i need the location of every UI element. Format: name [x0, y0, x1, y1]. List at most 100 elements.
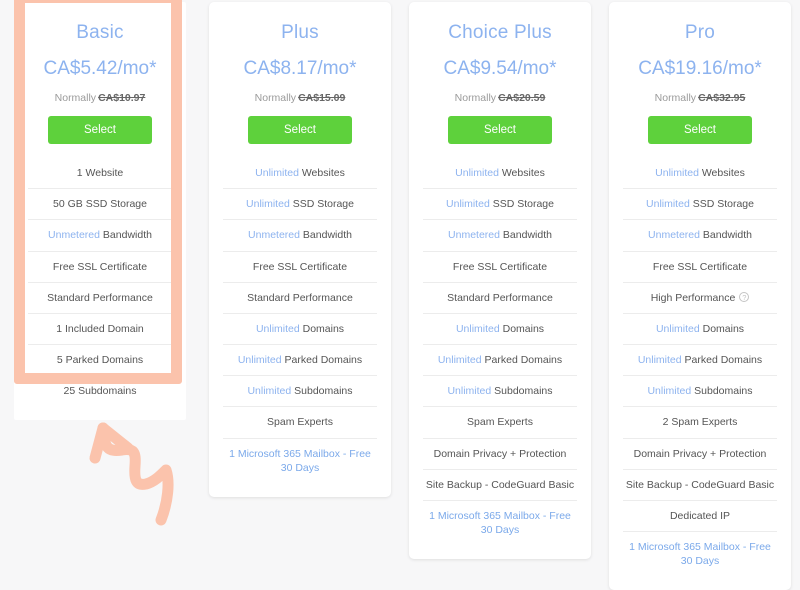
feature-text: 1 Microsoft 365 Mailbox - Free 30 Days	[229, 447, 371, 474]
plan-column-basic: Basic CA$5.42/mo* Normally CA$10.97 Select 1 …	[0, 0, 200, 527]
feature-text: Free SSL Certificate	[52, 260, 148, 273]
plan-name: Basic	[76, 22, 124, 43]
feature-row: Unlimited Parked Domains	[623, 344, 777, 375]
feature-row: 2 Spam Experts	[623, 406, 777, 437]
feature-row: 50 GB SSD Storage	[28, 188, 172, 219]
feature-text: Bandwidth	[300, 229, 352, 242]
feature-highlight-word: Unlimited	[255, 322, 300, 335]
feature-row: High Performance?	[623, 281, 777, 313]
feature-row: Domain Privacy + Protection	[423, 437, 577, 469]
feature-text: SSD Storage	[289, 198, 354, 211]
plan-name: Pro	[684, 22, 716, 43]
select-button[interactable]: Select	[48, 116, 152, 144]
feature-row: Unlimited SSD Storage	[223, 188, 377, 219]
feature-text: 1 Microsoft 365 Mailbox - Free 30 Days	[429, 509, 571, 537]
feature-row-link[interactable]: 1 Microsoft 365 Mailbox - Free 30 Days	[223, 437, 377, 483]
plan-price: CA$19.16/mo*	[638, 58, 762, 79]
feature-row: 1 Website	[28, 158, 172, 188]
feature-row: 5 Parked Domains	[28, 344, 172, 375]
feature-text: 5 Parked Domains	[56, 354, 144, 367]
feature-row-link[interactable]: 1 Microsoft 365 Mailbox - Free 30 Days	[623, 531, 777, 576]
feature-row: Site Backup - CodeGuard Basic	[423, 468, 577, 500]
normally-label: Normally	[254, 92, 297, 104]
feature-row: 1 Included Domain	[28, 312, 172, 344]
feature-text: 50 GB SSD Storage	[53, 198, 147, 211]
feature-row: Unlimited Websites	[623, 158, 777, 188]
feature-row-link[interactable]: 1 Microsoft 365 Mailbox - Free 30 Days	[423, 499, 577, 545]
feature-highlight-word: Unlimited	[437, 354, 482, 367]
feature-text: Websites	[298, 167, 345, 179]
feature-text: Standard Performance	[247, 291, 353, 304]
plan-column-pro: Pro CA$19.16/mo* Normally CA$32.95 Select Unl…	[600, 0, 800, 590]
struck-price: CA$32.95	[698, 92, 746, 104]
plan-column-choice-plus: Choice Plus CA$9.54/mo* Normally CA$20.59 Se…	[400, 0, 600, 560]
feature-text: 2 Spam Experts	[662, 416, 738, 429]
feature-row: Unlimited Websites	[223, 158, 377, 188]
feature-highlight-word: Unlimited	[237, 354, 282, 367]
feature-text: SSD Storage	[689, 198, 754, 211]
info-help-icon[interactable]: ?	[739, 291, 750, 302]
normally-label: Normally	[454, 92, 497, 104]
feature-highlight-word: Unlimited	[637, 354, 682, 367]
plan-price: CA$8.17/mo*	[243, 58, 357, 79]
plan-original-price: Normally CA$10.97	[14, 80, 186, 104]
feature-highlight-word: Unlimited	[246, 198, 290, 211]
feature-row: Site Backup - CodeGuard Basic	[623, 468, 777, 500]
feature-row: Free SSL Certificate	[423, 250, 577, 282]
feature-text: Spam Experts	[467, 416, 533, 429]
feature-row: Unlimited Subdomains	[223, 375, 377, 406]
feature-text: Spam Experts	[267, 416, 333, 429]
feature-text: Free SSL Certificate	[452, 260, 548, 273]
feature-row: Standard Performance	[28, 281, 172, 313]
feature-text: Free SSL Certificate	[652, 260, 748, 273]
normally-label: Normally	[654, 92, 697, 104]
feature-text: Dedicated IP	[669, 509, 731, 522]
feature-row: Unlimited Subdomains	[423, 375, 577, 406]
feature-text: Parked Domains	[681, 354, 763, 367]
feature-text: Bandwidth	[700, 229, 752, 242]
feature-text: Websites	[698, 167, 745, 179]
feature-list: Unlimited Websites Unlimited SSD Storage U…	[609, 158, 791, 576]
feature-text: Parked Domains	[281, 354, 363, 367]
feature-highlight-word: Unlimited	[447, 385, 492, 398]
feature-highlight-word: Unmetered	[648, 229, 700, 242]
select-button[interactable]: Select	[648, 116, 752, 144]
plan-card: Choice Plus CA$9.54/mo* Normally CA$20.59 Se…	[409, 2, 591, 560]
feature-row: Unlimited Parked Domains	[423, 344, 577, 375]
feature-text: Domains	[699, 322, 745, 335]
feature-row: Dedicated IP	[623, 499, 777, 531]
pricing-plan-grid: Basic CA$5.42/mo* Normally CA$10.97 Select 1 …	[0, 0, 800, 590]
plan-card: Basic CA$5.42/mo* Normally CA$10.97 Select 1 …	[14, 2, 186, 421]
feature-highlight-word: Unlimited	[647, 385, 692, 398]
feature-row: Unlimited Websites	[423, 158, 577, 188]
struck-price: CA$15.09	[298, 92, 346, 104]
select-button[interactable]: Select	[448, 116, 552, 144]
feature-row: Free SSL Certificate	[623, 250, 777, 282]
feature-highlight-word: Unlimited	[655, 167, 699, 179]
feature-text: High Performance	[650, 291, 736, 304]
feature-text: 1 Included Domain	[56, 322, 144, 335]
feature-row: Standard Performance	[423, 281, 577, 313]
plan-card: Plus CA$8.17/mo* Normally CA$15.09 Select Unl…	[209, 2, 391, 497]
feature-text: Bandwidth	[500, 229, 552, 242]
feature-highlight-word: Unlimited	[455, 322, 500, 335]
plan-price: CA$5.42/mo*	[43, 58, 157, 79]
feature-row: Unlimited Domains	[423, 312, 577, 344]
feature-highlight-word: Unmetered	[248, 229, 300, 242]
feature-text: Subdomains	[291, 385, 353, 398]
feature-text: Standard Performance	[47, 291, 153, 304]
feature-text: Parked Domains	[481, 354, 563, 367]
normally-label: Normally	[54, 92, 97, 104]
feature-list: 1 Website 50 GB SSD Storage Unmetered Band…	[14, 158, 186, 406]
feature-row: Standard Performance	[223, 281, 377, 313]
select-button[interactable]: Select	[248, 116, 352, 144]
feature-row: Unmetered Bandwidth	[223, 219, 377, 250]
feature-text: 25 Subdomains	[63, 385, 137, 398]
feature-text: Domain Privacy + Protection	[433, 447, 567, 460]
feature-row: Unlimited SSD Storage	[623, 188, 777, 219]
feature-text: Domains	[299, 322, 345, 335]
plan-original-price: Normally CA$15.09	[209, 80, 391, 104]
feature-list: Unlimited Websites Unlimited SSD Storage U…	[409, 158, 591, 545]
feature-row: Spam Experts	[423, 406, 577, 437]
feature-row: Domain Privacy + Protection	[623, 437, 777, 469]
